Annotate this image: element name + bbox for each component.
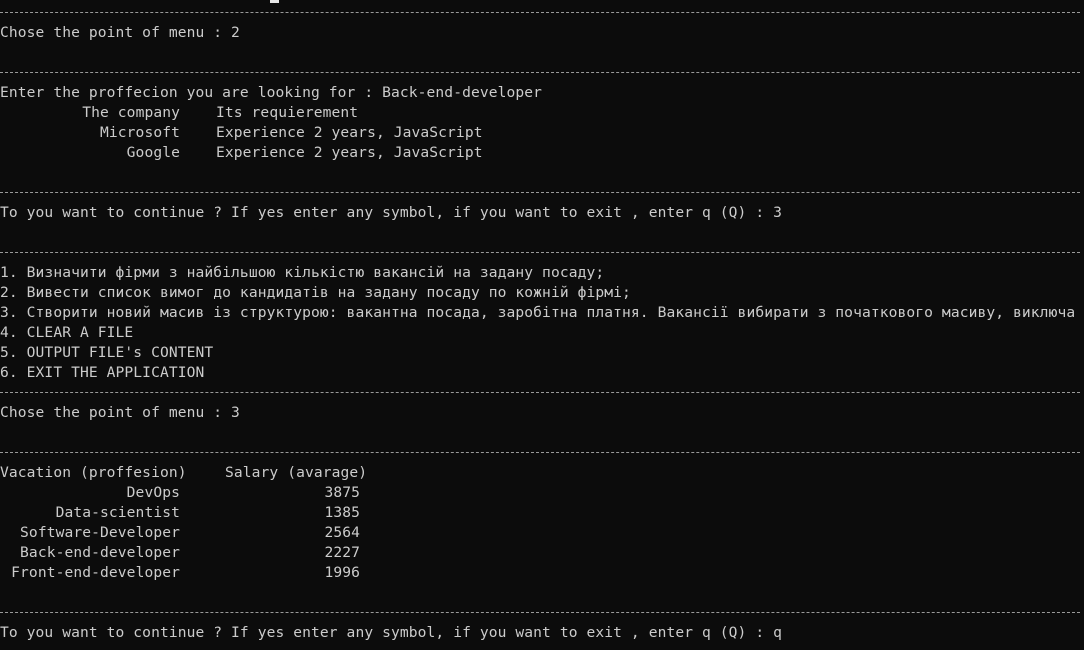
salary-cell: 2227 [324,544,360,561]
separator-line [0,392,1080,393]
requirement-column-header: Its requierement [216,104,359,121]
profession-input-line: Enter the proffecion you are looking for… [0,84,543,101]
requirement-cell: Experience 2 years, JavaScript [216,124,483,141]
salary-cell: 2564 [324,524,360,541]
salary-cell: 1996 [324,564,360,581]
menu-choice-line-2: Chose the point of menu : 3 [0,404,240,421]
text-cursor [270,0,279,3]
menu-choice-line-1: Chose the point of menu : 2 [0,24,240,41]
salary-cell: 1385 [324,504,360,521]
continue-prompt-line-2: To you want to continue ? If yes enter a… [0,624,782,641]
separator-line [0,612,1080,613]
vacation-column-header: Vacation (proffesion) [0,464,187,481]
menu-item-1: 1. Визначити фірми з найбільшою кількіст… [0,264,605,281]
continue-prompt-line-1: To you want to continue ? If yes enter a… [0,204,782,221]
profession-cell: Software-Developer [20,524,180,541]
company-cell: Microsoft [100,124,180,141]
menu-item-5: 5. OUTPUT FILE's CONTENT [0,344,214,361]
profession-cell: DevOps [126,484,180,501]
salary-column-header: Salary (avarage) [225,464,368,481]
separator-line [0,252,1080,253]
salary-cell: 3875 [324,484,360,501]
menu-item-2: 2. Вивести список вимог до кандидатів на… [0,284,631,301]
profession-cell: Data-scientist [55,504,180,521]
company-cell: Google [126,144,180,161]
profession-cell: Front-end-developer [11,564,180,581]
separator-line [0,192,1080,193]
profession-cell: Back-end-developer [20,544,180,561]
menu-item-6: 6. EXIT THE APPLICATION [0,364,205,381]
menu-item-3: 3. Створити новий масив із структурою: в… [0,304,1076,321]
company-column-header: The company [82,104,180,121]
separator-line [0,12,1080,13]
console-window[interactable]: Chose the point of menu : 2 Enter the pr… [0,0,1084,650]
menu-item-4: 4. CLEAR A FILE [0,324,134,341]
requirement-cell: Experience 2 years, JavaScript [216,144,483,161]
separator-line [0,452,1080,453]
separator-line [0,72,1080,73]
